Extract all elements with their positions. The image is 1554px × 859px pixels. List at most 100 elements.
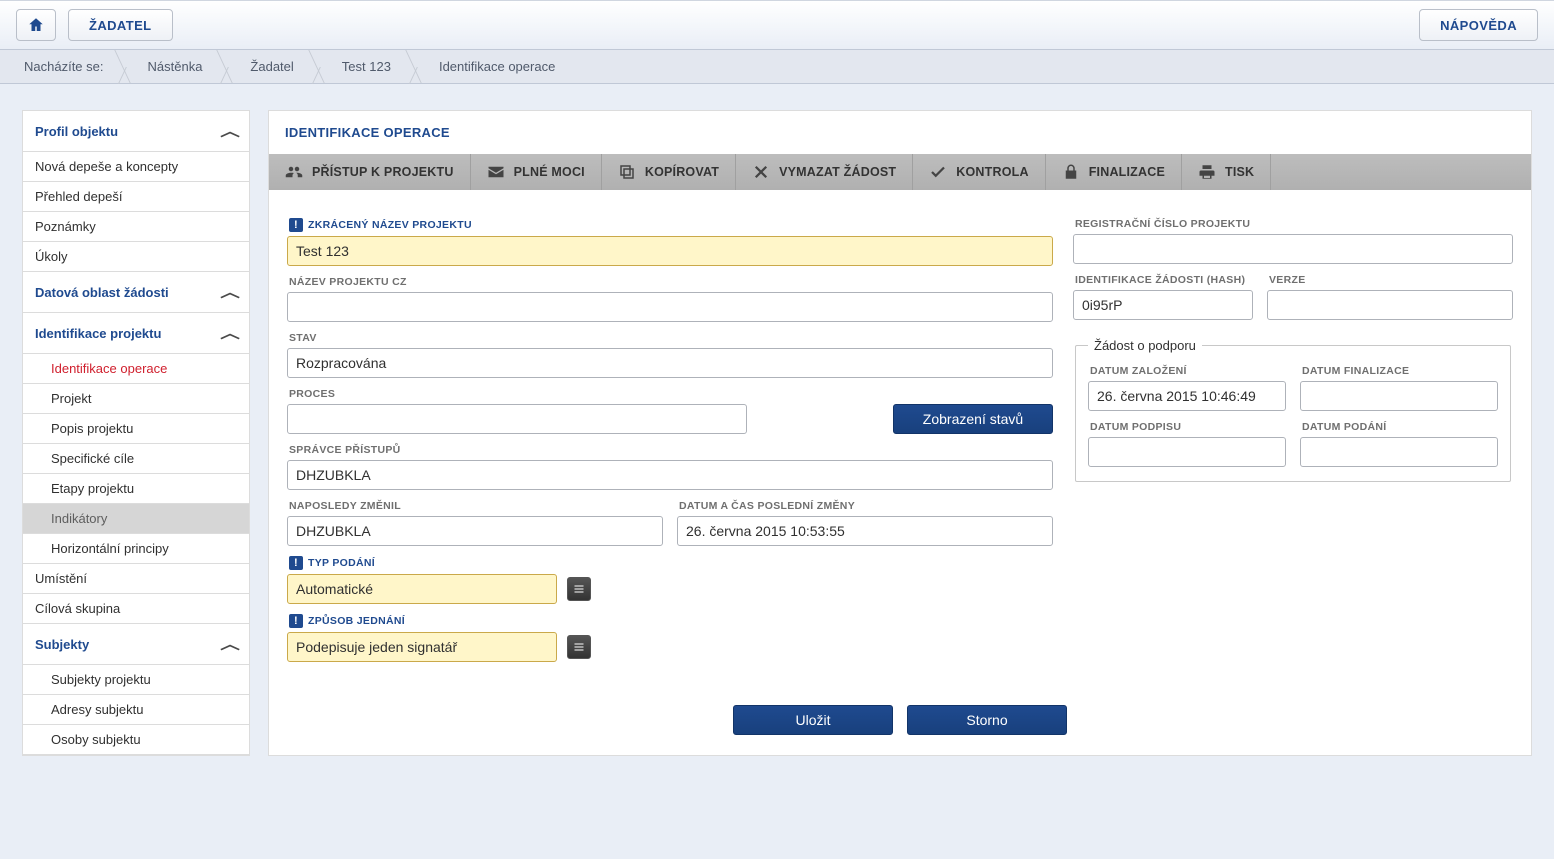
access-admin-input <box>287 460 1053 490</box>
sidebar-item-goals[interactable]: Specifické cíle <box>23 444 249 474</box>
mail-icon <box>487 163 505 181</box>
label-name-cz: NÁZEV PROJEKTU CZ <box>289 276 1053 288</box>
home-button[interactable] <box>16 9 56 41</box>
finalize-dt-input <box>1300 381 1498 411</box>
sign-dt-input <box>1088 437 1286 467</box>
form-left-column: ! ZKRÁCENÝ NÁZEV PROJEKTU NÁZEV PROJEKTU… <box>287 208 1053 662</box>
action-label: KONTROLA <box>956 165 1028 179</box>
home-icon <box>27 16 45 34</box>
breadcrumb-item[interactable]: Nástěnka <box>122 50 225 83</box>
label-last-changed-by: NAPOSLEDY ZMĚNIL <box>289 500 663 512</box>
form-right-column: REGISTRAČNÍ ČÍSLO PROJEKTU IDENTIFIKACE … <box>1073 208 1513 662</box>
sidebar-item[interactable]: Poznámky <box>23 212 249 242</box>
sidebar-item[interactable]: Přehled depeší <box>23 182 249 212</box>
applicant-tab[interactable]: ŽADATEL <box>68 9 173 41</box>
submit-dt-input <box>1300 437 1498 467</box>
hash-input <box>1073 290 1253 320</box>
label-access-admin: SPRÁVCE PŘÍSTUPŮ <box>289 444 1053 456</box>
help-button[interactable]: NÁPOVĚDA <box>1419 9 1538 41</box>
chevron-up-icon: ︿ <box>220 282 240 302</box>
show-states-button[interactable]: Zobrazení stavů <box>893 404 1053 434</box>
action-bar: PŘÍSTUP K PROJEKTU PLNÉ MOCI KOPÍROVAT V… <box>269 154 1531 190</box>
sidebar-item-ident-operation[interactable]: Identifikace operace <box>23 354 249 384</box>
sidebar-section-label: Datová oblast žádosti <box>35 285 169 300</box>
sidebar-item-subjects-persons[interactable]: Osoby subjektu <box>23 725 249 755</box>
list-icon <box>573 641 585 653</box>
sidebar-section-label: Profil objektu <box>35 124 118 139</box>
submission-type-picker[interactable] <box>567 577 591 601</box>
people-icon <box>285 163 303 181</box>
chevron-up-icon: ︿ <box>220 634 240 654</box>
action-access[interactable]: PŘÍSTUP K PROJEKTU <box>269 154 471 190</box>
action-label: KOPÍROVAT <box>645 165 719 179</box>
sidebar-item[interactable]: Úkoly <box>23 242 249 272</box>
cancel-button[interactable]: Storno <box>907 705 1067 735</box>
x-icon <box>752 163 770 181</box>
action-mode-picker[interactable] <box>567 635 591 659</box>
short-name-input[interactable] <box>287 236 1053 266</box>
sidebar-section-profile[interactable]: Profil objektu ︿ <box>23 111 249 152</box>
sidebar-item-location[interactable]: Umístění <box>23 564 249 594</box>
breadcrumb-item[interactable]: Test 123 <box>316 50 413 83</box>
label-last-change-dt: DATUM A ČAS POSLEDNÍ ZMĚNY <box>679 500 1053 512</box>
list-icon <box>573 583 585 595</box>
sidebar-section-label: Subjekty <box>35 637 89 652</box>
action-label: VYMAZAT ŽÁDOST <box>779 165 896 179</box>
label-short-name: ! ZKRÁCENÝ NÁZEV PROJEKTU <box>289 218 1053 232</box>
request-box-legend: Žádost o podporu <box>1088 338 1202 353</box>
action-finalize[interactable]: FINALIZACE <box>1046 154 1182 190</box>
label-state: STAV <box>289 332 1053 344</box>
breadcrumb-item[interactable]: Žadatel <box>224 50 315 83</box>
state-input <box>287 348 1053 378</box>
action-print[interactable]: TISK <box>1182 154 1271 190</box>
action-label: PLNÉ MOCI <box>514 165 585 179</box>
sidebar-item-indicators[interactable]: Indikátory <box>23 504 249 534</box>
sidebar-item-target-group[interactable]: Cílová skupina <box>23 594 249 624</box>
action-label: PŘÍSTUP K PROJEKTU <box>312 165 454 179</box>
label-process: PROCES <box>289 388 747 400</box>
copy-icon <box>618 163 636 181</box>
topbar: ŽADATEL NÁPOVĚDA <box>0 0 1554 50</box>
main-panel: IDENTIFIKACE OPERACE PŘÍSTUP K PROJEKTU … <box>268 110 1532 756</box>
sidebar-item-horizontal[interactable]: Horizontální principy <box>23 534 249 564</box>
label-submit-dt: DATUM PODÁNÍ <box>1302 421 1498 433</box>
request-box: Žádost o podporu DATUM ZALOŽENÍ DATUM FI… <box>1075 338 1511 482</box>
sidebar-item-description[interactable]: Popis projektu <box>23 414 249 444</box>
name-cz-input[interactable] <box>287 292 1053 322</box>
sidebar-item-subjects-project[interactable]: Subjekty projektu <box>23 665 249 695</box>
label-version: VERZE <box>1269 274 1513 286</box>
action-copy[interactable]: KOPÍROVAT <box>602 154 736 190</box>
label-hash: IDENTIFIKACE ŽÁDOSTI (HASH) <box>1075 274 1253 286</box>
sidebar-item-project[interactable]: Projekt <box>23 384 249 414</box>
process-input <box>287 404 747 434</box>
required-icon: ! <box>289 556 303 570</box>
breadcrumb-prefix: Nacházíte se: <box>6 59 122 74</box>
last-changed-by-input <box>287 516 663 546</box>
action-delete[interactable]: VYMAZAT ŽÁDOST <box>736 154 913 190</box>
sidebar-item-stages[interactable]: Etapy projektu <box>23 474 249 504</box>
action-label: TISK <box>1225 165 1254 179</box>
required-icon: ! <box>289 218 303 232</box>
footer-actions: Uložit Storno <box>269 689 1531 755</box>
label-sign-dt: DATUM PODPISU <box>1090 421 1286 433</box>
sidebar-section-subjects[interactable]: Subjekty ︿ <box>23 624 249 665</box>
action-check[interactable]: KONTROLA <box>913 154 1045 190</box>
label-reg-number: REGISTRAČNÍ ČÍSLO PROJEKTU <box>1075 218 1513 230</box>
reg-number-input <box>1073 234 1513 264</box>
sidebar-section-data[interactable]: Datová oblast žádosti ︿ <box>23 272 249 313</box>
chevron-up-icon: ︿ <box>220 121 240 141</box>
action-mode-input[interactable] <box>287 632 557 662</box>
save-button[interactable]: Uložit <box>733 705 893 735</box>
breadcrumb-current: Identifikace operace <box>413 50 555 83</box>
breadcrumb: Nacházíte se: Nástěnka Žadatel Test 123 … <box>0 50 1554 84</box>
submission-type-input[interactable] <box>287 574 557 604</box>
lock-icon <box>1062 163 1080 181</box>
last-change-dt-input <box>677 516 1053 546</box>
sidebar-item-subjects-addresses[interactable]: Adresy subjektu <box>23 695 249 725</box>
sidebar-item[interactable]: Nová depeše a koncepty <box>23 152 249 182</box>
label-action-mode: ! ZPŮSOB JEDNÁNÍ <box>289 614 1053 628</box>
chevron-up-icon: ︿ <box>220 323 240 343</box>
sidebar-section-ident[interactable]: Identifikace projektu ︿ <box>23 313 249 354</box>
action-poa[interactable]: PLNÉ MOCI <box>471 154 602 190</box>
label-submission-type: ! TYP PODÁNÍ <box>289 556 1053 570</box>
